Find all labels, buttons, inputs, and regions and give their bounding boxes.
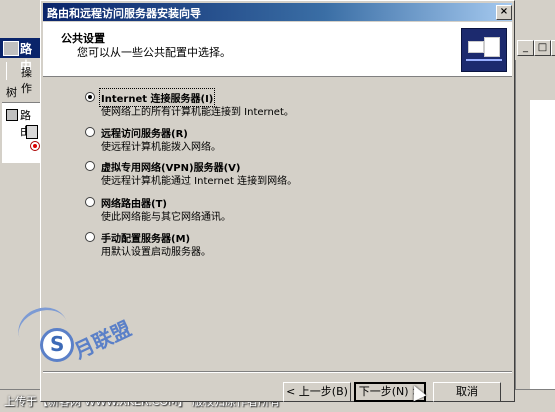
button-divider	[43, 371, 512, 373]
server-stopped-icon	[30, 141, 40, 151]
radio-remote-access-server[interactable]	[85, 127, 95, 137]
wizard-header-subtitle: 您可以从一些公共配置中选择。	[77, 46, 231, 59]
option-description: 使网络上的所有计算机能连接到 Internet。	[101, 107, 294, 118]
background-menu-action[interactable]: 操作	[6, 62, 41, 95]
background-minimize-button[interactable]: _	[517, 40, 534, 56]
radio-vpn-server[interactable]	[85, 161, 95, 171]
close-icon: ×	[499, 6, 509, 17]
radio-manual-configuration[interactable]	[85, 232, 95, 242]
routing-icon	[6, 109, 18, 121]
network-servers-icon	[461, 28, 507, 72]
option-description: 使此网络能与其它网络通讯。	[101, 212, 231, 223]
mmc-icon	[3, 41, 19, 56]
radio-network-router[interactable]	[85, 197, 95, 207]
dialog-close-button[interactable]: ×	[496, 5, 512, 20]
background-tree-pane: 路由	[2, 102, 40, 163]
background-maximize-button[interactable]: □	[534, 40, 551, 56]
background-tab-tree[interactable]: 树	[6, 84, 17, 100]
background-close-button[interactable]: ×	[551, 40, 555, 56]
back-button[interactable]: < 上一步(B)	[283, 382, 351, 402]
dialog-titlebar[interactable]: 路由和远程访问服务器安装向导 ×	[43, 3, 512, 21]
dialog-title: 路由和远程访问服务器安装向导	[47, 7, 201, 20]
option-description: 使远程计算机能拨入网络。	[101, 142, 221, 153]
menu-action-label: 操作	[21, 66, 32, 95]
setup-wizard-dialog: 路由和远程访问服务器安装向导 × 公共设置 您可以从一些公共配置中选择。 Int…	[40, 0, 515, 402]
background-window-left: 路由 操作 树 路由	[0, 0, 40, 411]
option-description: 用默认设置启动服务器。	[101, 247, 211, 258]
cancel-button[interactable]: 取消	[433, 382, 501, 402]
server-icon	[26, 125, 38, 139]
option-description: 使远程计算机能通过 Internet 连接到网络。	[101, 176, 298, 187]
wizard-header: 公共设置 您可以从一些公共配置中选择。	[43, 22, 512, 77]
radio-internet-connection-server[interactable]	[85, 92, 95, 102]
background-content-pane	[515, 60, 555, 390]
background-window-titlebar: 路由	[0, 38, 40, 73]
